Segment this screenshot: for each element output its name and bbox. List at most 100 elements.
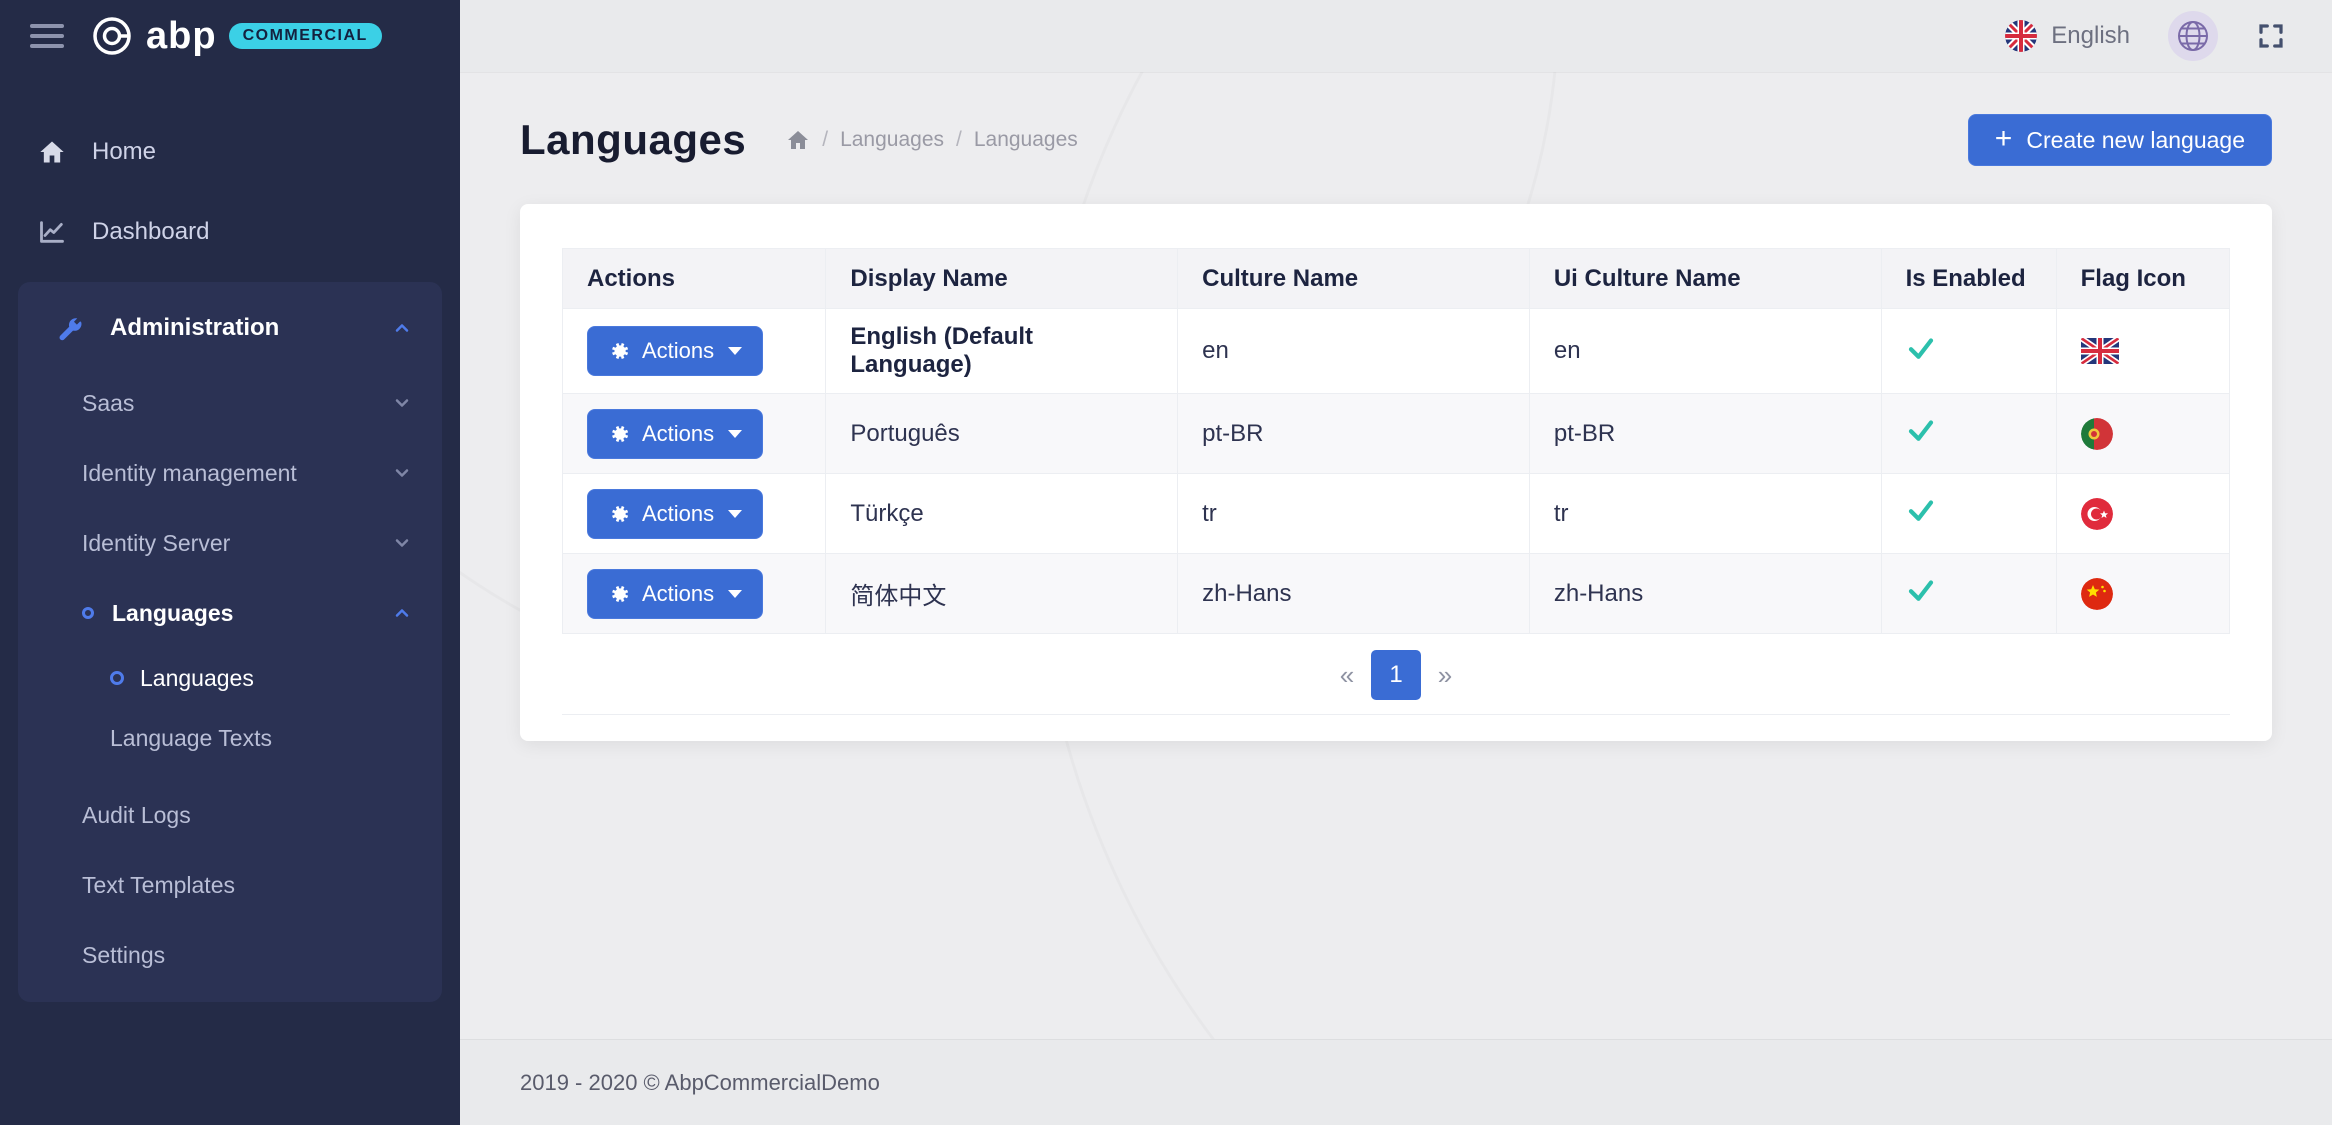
sidebar-item-identity-server[interactable]: Identity Server — [18, 508, 442, 578]
languages-table: Actions Display Name Culture Name Ui Cul… — [562, 248, 2230, 634]
display-name-cell: English (Default Language) — [826, 309, 1178, 394]
active-bullet-icon — [110, 671, 124, 685]
culture-name-cell: pt-BR — [1178, 394, 1530, 474]
col-header-display-name: Display Name — [826, 249, 1178, 309]
user-avatar[interactable] — [2168, 11, 2218, 61]
administration-group: Administration Saas Identity management — [18, 282, 442, 1002]
check-icon — [1906, 415, 1936, 445]
breadcrumb-separator: / — [822, 128, 828, 152]
col-header-flag-icon: Flag Icon — [2056, 249, 2229, 309]
flag-cell — [2056, 394, 2229, 474]
caret-down-icon — [728, 430, 742, 438]
current-language-label: English — [2051, 22, 2130, 50]
sidebar-item-language-texts[interactable]: Language Texts — [18, 708, 442, 768]
sidebar-item-text-templates[interactable]: Text Templates — [18, 850, 442, 920]
sidebar-item-settings[interactable]: Settings — [18, 920, 442, 990]
main-area: English Languages — [460, 0, 2332, 1125]
logo-commercial-badge: COMMERCIAL — [229, 23, 382, 49]
sidebar-item-label: Identity Server — [82, 530, 230, 557]
abp-logo: abp COMMERCIAL — [90, 14, 382, 58]
actions-dropdown-button[interactable]: Actions — [587, 489, 763, 539]
pagination: « 1 » — [562, 634, 2230, 715]
gear-icon — [608, 503, 630, 525]
languages-table-card: Actions Display Name Culture Name Ui Cul… — [520, 204, 2272, 741]
chevron-down-icon — [392, 393, 412, 413]
sidebar-item-label: Languages — [140, 665, 254, 692]
check-icon — [1906, 333, 1936, 363]
topbar: English — [460, 0, 2332, 72]
table-row: Actions Türkçe tr tr — [563, 474, 2230, 554]
create-new-language-button[interactable]: + Create new language — [1968, 114, 2272, 166]
display-name-cell: Português — [826, 394, 1178, 474]
page-title: Languages — [520, 116, 746, 164]
check-icon — [1906, 495, 1936, 525]
table-row: Actions Português pt-BR pt-BR — [563, 394, 2230, 474]
sidebar-item-languages[interactable]: Languages — [18, 578, 442, 648]
menu-toggle-icon[interactable] — [30, 24, 64, 48]
sidebar-item-administration[interactable]: Administration — [18, 288, 442, 368]
sidebar-item-saas[interactable]: Saas — [18, 368, 442, 438]
pagination-prev[interactable]: « — [1323, 650, 1371, 700]
ui-culture-name-cell: tr — [1529, 474, 1881, 554]
sidebar-item-label: Text Templates — [82, 872, 235, 899]
sidebar-item-label: Saas — [82, 390, 134, 417]
languages-dot-icon — [82, 607, 94, 619]
actions-label: Actions — [642, 581, 714, 607]
actions-dropdown-button[interactable]: Actions — [587, 409, 763, 459]
col-header-is-enabled: Is Enabled — [1881, 249, 2056, 309]
create-button-label: Create new language — [2026, 127, 2245, 154]
sidebar-item-label: Audit Logs — [82, 802, 191, 829]
is-enabled-cell — [1881, 474, 2056, 554]
sidebar-item-home[interactable]: Home — [0, 112, 460, 192]
breadcrumb: / Languages / Languages — [786, 128, 1078, 152]
copyright-text: 2019 - 2020 © AbpCommercialDemo — [520, 1070, 880, 1096]
actions-dropdown-button[interactable]: Actions — [587, 569, 763, 619]
is-enabled-cell — [1881, 554, 2056, 634]
home-icon — [36, 138, 68, 166]
is-enabled-cell — [1881, 394, 2056, 474]
actions-label: Actions — [642, 501, 714, 527]
dashboard-chart-icon — [36, 218, 68, 246]
sidebar-item-languages-languages[interactable]: Languages — [18, 648, 442, 708]
page-header: Languages / Languages / Languages + Crea… — [520, 114, 2272, 166]
sidebar-item-label: Dashboard — [92, 218, 209, 246]
is-enabled-cell — [1881, 309, 2056, 394]
ui-culture-name-cell: en — [1529, 309, 1881, 394]
actions-label: Actions — [642, 338, 714, 364]
caret-down-icon — [728, 590, 742, 598]
caret-down-icon — [728, 510, 742, 518]
pagination-next[interactable]: » — [1421, 650, 1469, 700]
sidebar-item-identity-management[interactable]: Identity management — [18, 438, 442, 508]
col-header-ui-culture-name: Ui Culture Name — [1529, 249, 1881, 309]
chevron-down-icon — [392, 533, 412, 553]
breadcrumb-home-icon[interactable] — [786, 128, 810, 152]
table-header-row: Actions Display Name Culture Name Ui Cul… — [563, 249, 2230, 309]
col-header-actions: Actions — [563, 249, 826, 309]
language-switcher[interactable]: English — [2005, 20, 2130, 52]
actions-dropdown-button[interactable]: Actions — [587, 326, 763, 376]
breadcrumb-link[interactable]: Languages — [974, 128, 1078, 152]
pagination-page-1[interactable]: 1 — [1371, 650, 1421, 700]
sidebar-item-dashboard[interactable]: Dashboard — [0, 192, 460, 272]
chevron-down-icon — [392, 463, 412, 483]
china-flag-icon — [2081, 578, 2113, 610]
plus-icon: + — [1995, 124, 2013, 154]
culture-name-cell: en — [1178, 309, 1530, 394]
chevron-up-icon — [392, 318, 412, 338]
ui-culture-name-cell: pt-BR — [1529, 394, 1881, 474]
display-name-cell: 简体中文 — [826, 554, 1178, 634]
fullscreen-icon[interactable] — [2256, 21, 2286, 51]
sidebar-item-label: Identity management — [82, 460, 297, 487]
table-row: Actions 简体中文 zh-Hans zh-Hans — [563, 554, 2230, 634]
sidebar: abp COMMERCIAL Home — [0, 0, 460, 1125]
sidebar-item-audit-logs[interactable]: Audit Logs — [18, 780, 442, 850]
breadcrumb-link[interactable]: Languages — [840, 128, 944, 152]
ui-culture-name-cell: zh-Hans — [1529, 554, 1881, 634]
uk-flag-icon — [2005, 20, 2037, 52]
footer: 2019 - 2020 © AbpCommercialDemo — [460, 1039, 2332, 1125]
sidebar-item-label: Languages — [112, 600, 233, 627]
breadcrumb-separator: / — [956, 128, 962, 152]
page-content: Languages / Languages / Languages + Crea… — [460, 72, 2332, 1039]
sidebar-nav: Home Dashboard — [0, 72, 460, 1002]
gear-icon — [608, 340, 630, 362]
